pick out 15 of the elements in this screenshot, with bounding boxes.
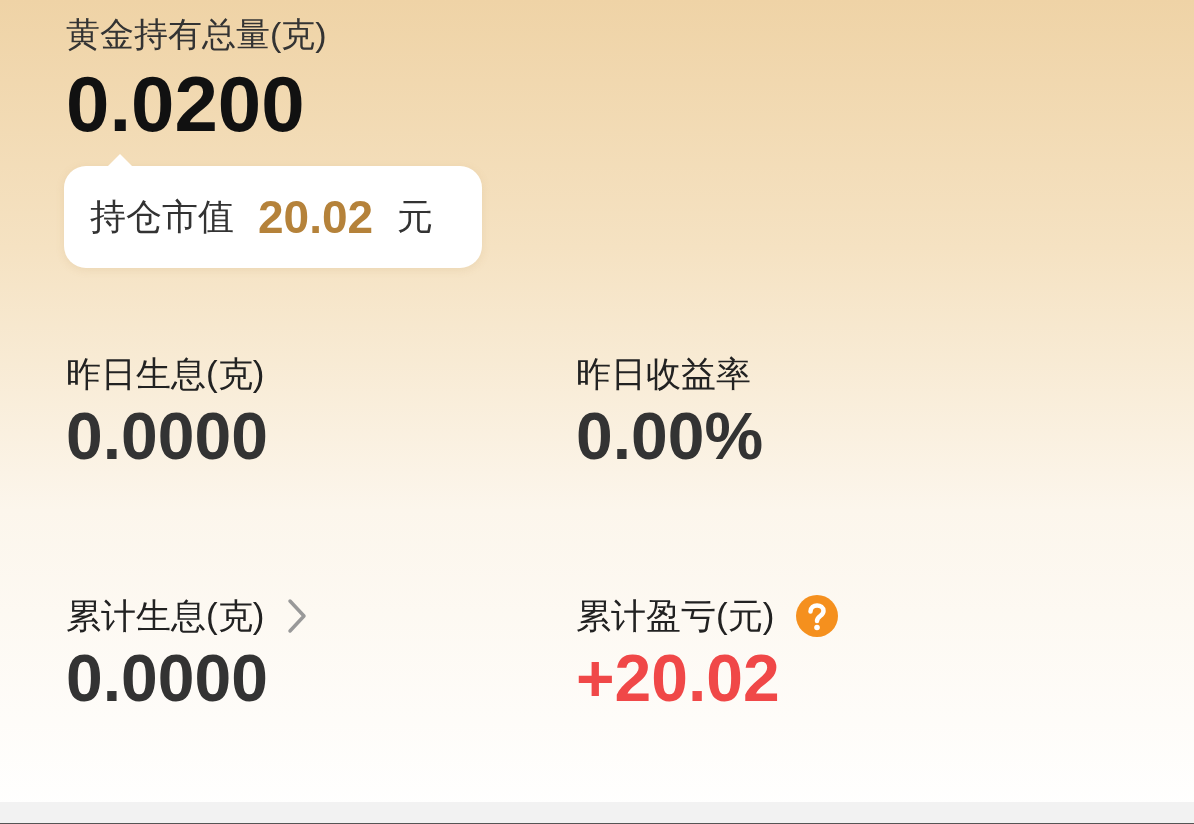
stat-label: 昨日生息(克) <box>66 352 265 395</box>
help-icon[interactable] <box>796 595 839 637</box>
stat-value: 0.0000 <box>66 640 268 716</box>
stat-value: 0.0000 <box>66 398 268 474</box>
holding-value: 0.0200 <box>66 60 305 148</box>
chevron-right-icon[interactable] <box>286 598 309 634</box>
unit-label: 元 <box>397 194 434 239</box>
stat-label: 累计生息(克) <box>66 594 265 637</box>
market-value: 20.02 <box>258 190 374 244</box>
stat-value: 0.00% <box>576 398 764 474</box>
stat-label: 累计盈亏(元) <box>576 594 775 637</box>
stat-value: +20.02 <box>576 640 780 716</box>
market-value-label: 持仓市值 <box>90 194 234 239</box>
holding-label: 黄金持有总量(克) <box>66 14 327 55</box>
stat-label: 昨日收益率 <box>576 352 751 395</box>
